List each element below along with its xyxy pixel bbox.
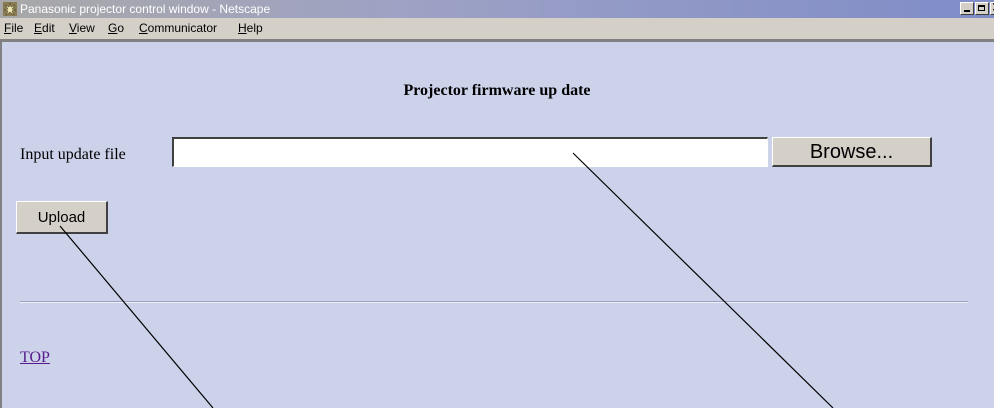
close-button[interactable] bbox=[990, 0, 994, 15]
maximize-button[interactable] bbox=[975, 2, 989, 15]
upload-button[interactable]: Upload bbox=[16, 201, 108, 234]
page-title: Projector firmware up date bbox=[403, 82, 591, 99]
menu-file[interactable]: File bbox=[4, 21, 23, 35]
menu-view[interactable]: View bbox=[69, 21, 95, 35]
menu-help[interactable]: Help bbox=[238, 21, 263, 35]
top-link[interactable]: TOP bbox=[20, 349, 50, 367]
horizontal-rule bbox=[20, 301, 968, 303]
title-bar[interactable]: Panasonic projector control window - Net… bbox=[0, 0, 994, 18]
browse-button[interactable]: Browse... bbox=[772, 137, 932, 167]
update-file-input[interactable] bbox=[172, 137, 768, 167]
menu-go[interactable]: Go bbox=[108, 21, 124, 35]
update-file-label: Input update file bbox=[20, 146, 126, 163]
menu-edit[interactable]: Edit bbox=[34, 21, 55, 35]
window-title: Panasonic projector control window - Net… bbox=[20, 2, 271, 16]
menu-communicator[interactable]: Communicator bbox=[139, 21, 217, 35]
minimize-button[interactable] bbox=[960, 2, 974, 15]
menu-bar: File Edit View Go Communicator Help bbox=[0, 18, 994, 40]
netscape-logo-icon bbox=[3, 2, 17, 16]
